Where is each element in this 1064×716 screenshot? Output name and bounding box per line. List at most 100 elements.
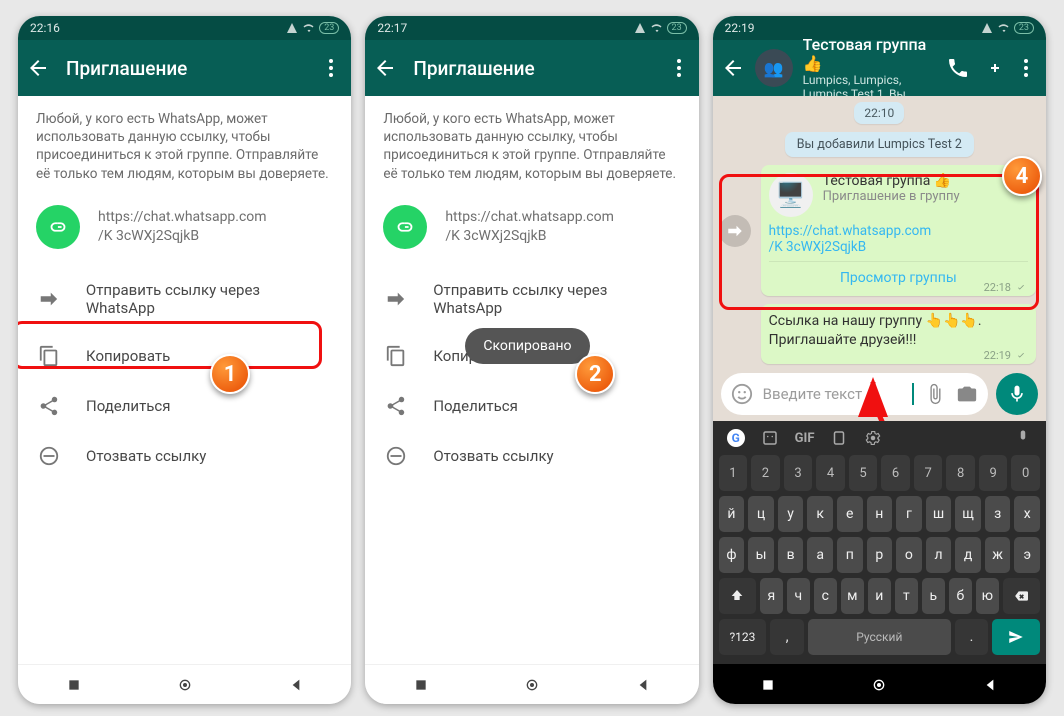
- settings-icon[interactable]: [864, 429, 882, 447]
- shift-key[interactable]: [719, 578, 756, 614]
- back-icon[interactable]: [721, 56, 745, 80]
- nav-back-icon[interactable]: [288, 677, 304, 693]
- status-time: 22:16: [30, 21, 60, 35]
- preview-link[interactable]: https://chat.whatsapp.com/K 3cWXj2SqjkB: [769, 223, 1028, 255]
- key-4[interactable]: 4: [816, 455, 845, 491]
- message-time: 22:18: [984, 281, 1028, 294]
- add-call-icon[interactable]: [980, 56, 1004, 80]
- space-key[interactable]: Русский: [808, 619, 950, 655]
- attach-icon[interactable]: [924, 383, 946, 405]
- call-icon[interactable]: [946, 56, 970, 80]
- revoke-link-item[interactable]: Отозвать ссылку: [383, 431, 680, 481]
- key-п[interactable]: п: [837, 537, 863, 573]
- forward-icon[interactable]: [719, 215, 751, 247]
- key-с[interactable]: с: [814, 578, 837, 614]
- more-icon[interactable]: [319, 56, 343, 80]
- copy-link-item[interactable]: Копировать: [36, 331, 333, 381]
- gif-tab[interactable]: GIF: [795, 431, 815, 446]
- key-9[interactable]: 9: [979, 455, 1008, 491]
- camera-icon[interactable]: [956, 383, 978, 405]
- key-у[interactable]: у: [778, 496, 804, 532]
- key-щ[interactable]: щ: [955, 496, 981, 532]
- share-link-item[interactable]: Поделиться: [383, 381, 680, 431]
- key-8[interactable]: 8: [946, 455, 975, 491]
- key-г[interactable]: г: [896, 496, 922, 532]
- sticker-icon[interactable]: [761, 429, 779, 447]
- key-х[interactable]: х: [1014, 496, 1040, 532]
- message-bubble-text[interactable]: Ссылка на нашу группу 👆👆👆. Приглашайте д…: [761, 304, 1036, 364]
- key-р[interactable]: р: [867, 537, 893, 573]
- back-icon[interactable]: [26, 56, 50, 80]
- key-ц[interactable]: ц: [748, 496, 774, 532]
- nav-recent-icon[interactable]: [66, 677, 82, 693]
- voice-button[interactable]: [996, 373, 1038, 415]
- nav-home-icon[interactable]: [177, 677, 193, 693]
- more-icon[interactable]: [1014, 56, 1038, 80]
- keyboard[interactable]: G GIF 1234567890 йцукенгшщзх фывапролджэ…: [713, 421, 1046, 664]
- key-е[interactable]: е: [837, 496, 863, 532]
- key-ж[interactable]: ж: [985, 537, 1011, 573]
- key-1[interactable]: 1: [719, 455, 748, 491]
- period-key[interactable]: .: [955, 619, 989, 655]
- key-6[interactable]: 6: [881, 455, 910, 491]
- key-я[interactable]: я: [760, 578, 783, 614]
- key-ч[interactable]: ч: [787, 578, 810, 614]
- key-7[interactable]: 7: [914, 455, 943, 491]
- key-ы[interactable]: ы: [748, 537, 774, 573]
- share-link-item[interactable]: Поделиться: [36, 381, 333, 431]
- description-text: Любой, у кого есть WhatsApp, может испол…: [383, 110, 680, 183]
- chat-app-bar[interactable]: 👥 Тестовая группа 👍 Lumpics, Lumpics, Lu…: [713, 40, 1046, 96]
- google-icon[interactable]: G: [727, 429, 745, 447]
- key-ю[interactable]: ю: [976, 578, 999, 614]
- mic-icon[interactable]: [1014, 429, 1032, 447]
- key-ш[interactable]: ш: [926, 496, 952, 532]
- symbols-key[interactable]: ?123: [719, 619, 767, 655]
- nav-home-icon[interactable]: [524, 677, 540, 693]
- send-via-whatsapp-item[interactable]: Отправить ссылку через WhatsApp: [383, 267, 680, 331]
- screen-content: Любой, у кого есть WhatsApp, может испол…: [365, 96, 698, 664]
- key-к[interactable]: к: [807, 496, 833, 532]
- battery-indicator: 23: [667, 22, 687, 34]
- nav-back-icon[interactable]: [982, 677, 998, 693]
- battery-indicator: 23: [319, 22, 339, 34]
- comma-key[interactable]: ,: [770, 619, 804, 655]
- nav-back-icon[interactable]: [635, 677, 651, 693]
- invite-link-row[interactable]: https://chat.whatsapp.com /K 3cWXj2SqjkB: [36, 205, 333, 249]
- key-з[interactable]: з: [985, 496, 1011, 532]
- message-input[interactable]: Введите текст: [721, 373, 988, 415]
- nav-home-icon[interactable]: [871, 677, 887, 693]
- more-icon[interactable]: [667, 56, 691, 80]
- key-а[interactable]: а: [807, 537, 833, 573]
- key-м[interactable]: м: [841, 578, 864, 614]
- invite-link-row[interactable]: https://chat.whatsapp.com /K 3cWXj2SqjkB: [383, 205, 680, 249]
- key-0[interactable]: 0: [1011, 455, 1040, 491]
- backspace-key[interactable]: [1003, 578, 1040, 614]
- key-б[interactable]: б: [949, 578, 972, 614]
- key-5[interactable]: 5: [849, 455, 878, 491]
- back-icon[interactable]: [373, 56, 397, 80]
- emoji-icon[interactable]: [731, 383, 753, 405]
- nav-recent-icon[interactable]: [413, 677, 429, 693]
- key-в[interactable]: в: [778, 537, 804, 573]
- phone-screen-2: 22:17 23 Приглашение Любой, у кого есть …: [365, 16, 698, 704]
- send-via-whatsapp-item[interactable]: Отправить ссылку через WhatsApp: [36, 267, 333, 331]
- key-т[interactable]: т: [895, 578, 918, 614]
- key-й[interactable]: й: [719, 496, 745, 532]
- key-э[interactable]: э: [1014, 537, 1040, 573]
- key-2[interactable]: 2: [751, 455, 780, 491]
- key-д[interactable]: д: [955, 537, 981, 573]
- page-title: Приглашение: [66, 57, 303, 80]
- revoke-link-item[interactable]: Отозвать ссылку: [36, 431, 333, 481]
- message-bubble-invite[interactable]: 🖥️ Тестовая группа 👍 Приглашение в групп…: [761, 165, 1036, 296]
- key-3[interactable]: 3: [784, 455, 813, 491]
- key-ь[interactable]: ь: [922, 578, 945, 614]
- key-о[interactable]: о: [896, 537, 922, 573]
- key-л[interactable]: л: [926, 537, 952, 573]
- key-ф[interactable]: ф: [719, 537, 745, 573]
- key-н[interactable]: н: [867, 496, 893, 532]
- android-nav-bar: [365, 664, 698, 704]
- nav-recent-icon[interactable]: [760, 677, 776, 693]
- key-и[interactable]: и: [868, 578, 891, 614]
- send-key[interactable]: [992, 619, 1040, 655]
- clipboard-icon[interactable]: [830, 429, 848, 447]
